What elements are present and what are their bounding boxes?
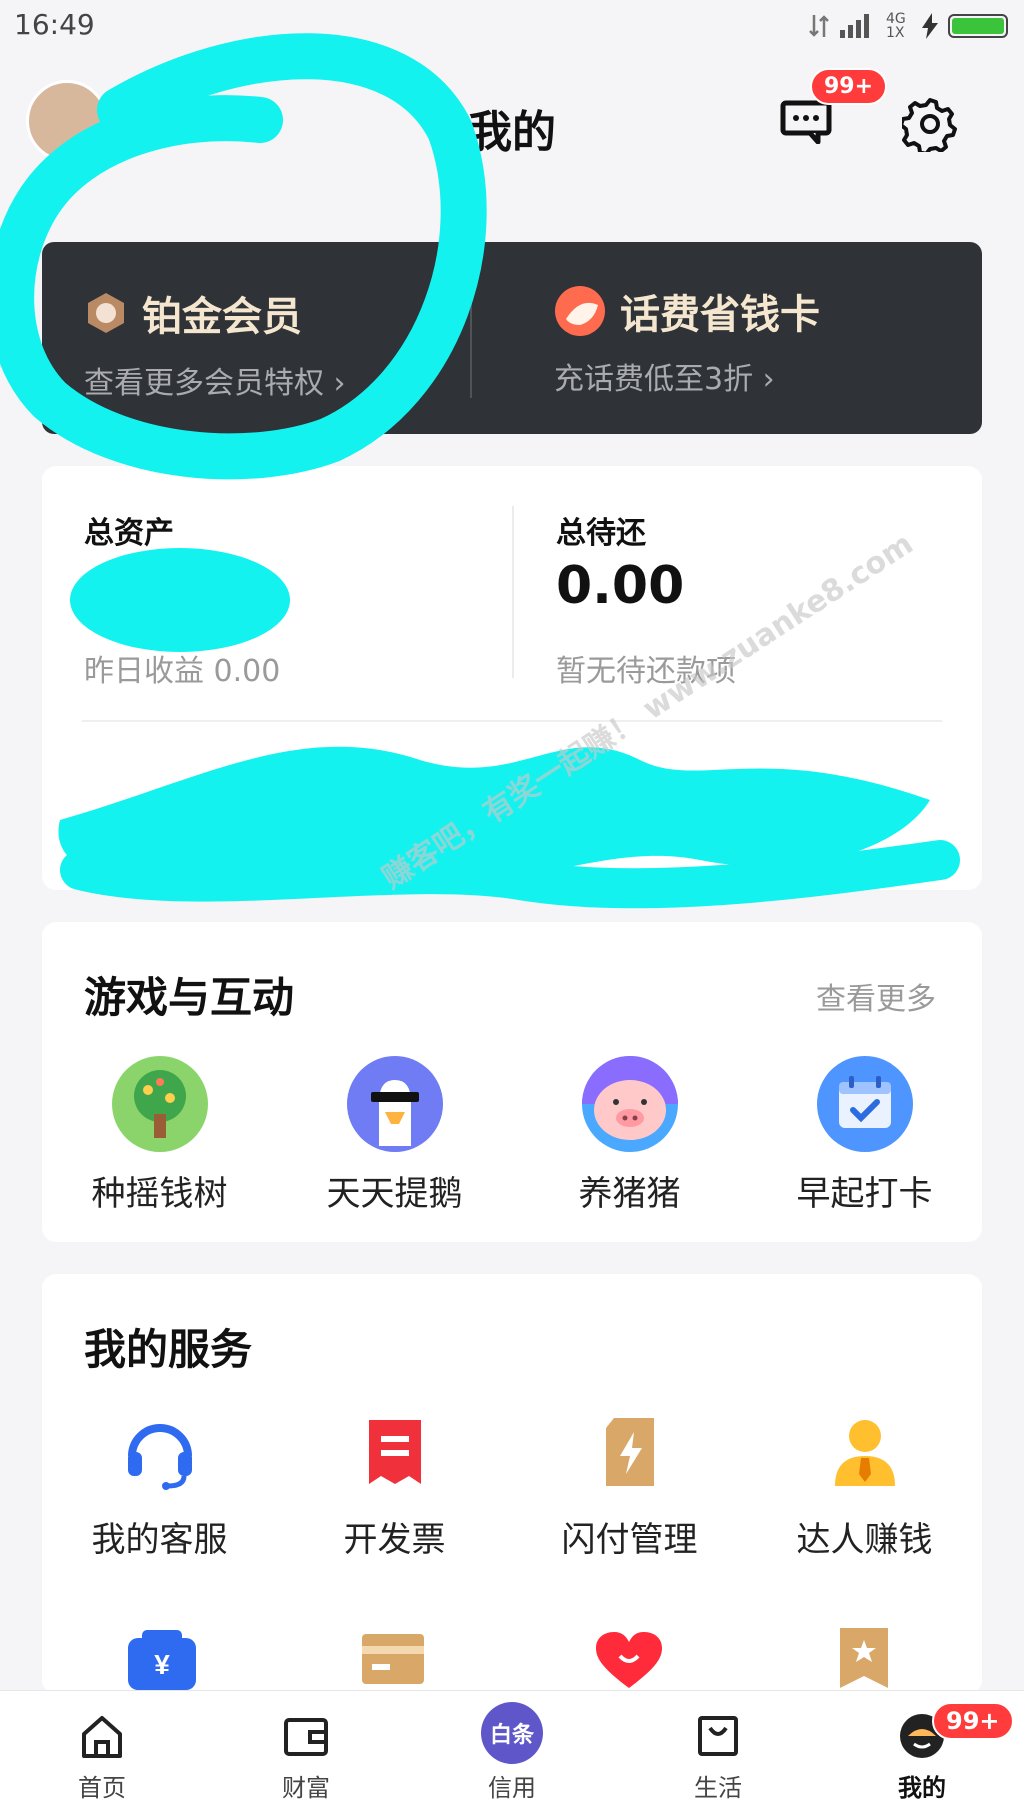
services-section-title: 我的服务: [84, 1325, 253, 1374]
status-time: 16:49: [14, 8, 95, 41]
bookmark-icon[interactable]: [836, 1624, 892, 1690]
phone-saving-subtitle: 充话费低至3折 ›: [554, 362, 775, 397]
flash-pay-icon: [605, 1418, 654, 1486]
network-type: 4G 1X: [886, 11, 906, 41]
service-item-label: 达人赚钱: [796, 1520, 933, 1560]
credit-icon: 白条: [481, 1702, 543, 1764]
phone-saving-title: 话费省钱卡: [620, 292, 820, 338]
tab-label: 我的: [898, 1774, 946, 1802]
pig-icon: [581, 1056, 678, 1152]
games-see-more-link[interactable]: 查看更多: [816, 974, 936, 1018]
goose-icon: [346, 1056, 443, 1152]
game-item-money-tree[interactable]: 种摇钱树: [42, 1054, 277, 1215]
home-icon: [82, 1716, 122, 1758]
calendar-checkin-icon: [816, 1056, 913, 1152]
headset-icon: [127, 1424, 192, 1490]
service-item-customer-service[interactable]: 我的客服: [42, 1414, 277, 1561]
platinum-badge-icon: [88, 293, 124, 333]
service-item-label: 我的客服: [91, 1520, 228, 1560]
tab-life[interactable]: 生活: [638, 1712, 798, 1803]
games-section-title: 游戏与互动: [84, 973, 295, 1022]
game-item-label: 种摇钱树: [91, 1174, 228, 1214]
shopping-bag-icon: [698, 1716, 738, 1756]
data-transfer-icon: [809, 15, 829, 37]
platinum-member-entry[interactable]: 铂金会员 查看更多会员特权 ›: [84, 284, 346, 402]
invoice-icon: [368, 1420, 421, 1484]
service-item-expert-earn[interactable]: 达人赚钱: [747, 1414, 982, 1561]
finance-wallet-icon[interactable]: ¥: [122, 1628, 202, 1690]
service-item-label: 闪付管理: [561, 1520, 698, 1560]
message-badge: 99+: [810, 68, 888, 105]
game-item-pig[interactable]: 养猪猪: [512, 1054, 747, 1215]
tab-credit[interactable]: 白条 信用: [432, 1702, 592, 1803]
game-item-label: 养猪猪: [578, 1174, 681, 1214]
tab-label: 财富: [282, 1774, 330, 1802]
tab-wealth[interactable]: 财富: [226, 1712, 386, 1803]
battery-icon: [948, 14, 1008, 38]
status-bar: 16:49 4G 1X: [0, 0, 1024, 52]
service-item-flash-pay[interactable]: 闪付管理: [512, 1414, 747, 1561]
heart-icon[interactable]: [594, 1630, 664, 1690]
tab-label: 生活: [694, 1774, 742, 1802]
page-title: 我的: [468, 107, 556, 158]
money-tree-icon: [111, 1056, 208, 1152]
game-item-checkin[interactable]: 早起打卡: [747, 1054, 982, 1215]
assets-horizontal-divider: [82, 720, 942, 722]
phone-saving-icon: [555, 286, 605, 336]
tab-home[interactable]: 首页: [22, 1712, 182, 1803]
card-icon[interactable]: [360, 1630, 426, 1686]
wallet-icon: [284, 1718, 328, 1756]
gear-icon[interactable]: [902, 96, 958, 152]
total-due-label[interactable]: 总待还: [556, 508, 646, 552]
expert-earn-icon: [834, 1420, 895, 1486]
tab-label: 信用: [488, 1774, 536, 1802]
yesterday-earnings: 昨日收益 0.00: [84, 654, 281, 689]
profile-tab-badge: 99+: [932, 1702, 1014, 1740]
service-item-invoice[interactable]: 开发票: [277, 1414, 512, 1561]
game-item-label: 天天提鹅: [326, 1174, 463, 1214]
charging-icon: [922, 13, 938, 39]
status-icons: 4G 1X: [808, 12, 1008, 40]
platinum-member-title: 铂金会员: [142, 294, 302, 340]
total-assets-label: 总资产: [84, 516, 174, 551]
service-item-label: 开发票: [343, 1520, 446, 1560]
game-item-goose[interactable]: 天天提鹅: [277, 1054, 512, 1215]
phone-saving-card-entry[interactable]: 话费省钱卡 充话费低至3折 ›: [554, 282, 820, 398]
svg-text:¥: ¥: [154, 1649, 170, 1680]
banner-divider: [470, 278, 472, 398]
game-item-label: 早起打卡: [796, 1174, 933, 1214]
total-due-value[interactable]: 0.00: [556, 556, 684, 616]
tab-label: 首页: [78, 1774, 126, 1802]
assets-divider: [512, 506, 514, 678]
platinum-member-subtitle: 查看更多会员特权 ›: [84, 366, 346, 401]
message-icon[interactable]: [780, 100, 832, 144]
signal-icon: [840, 14, 869, 38]
